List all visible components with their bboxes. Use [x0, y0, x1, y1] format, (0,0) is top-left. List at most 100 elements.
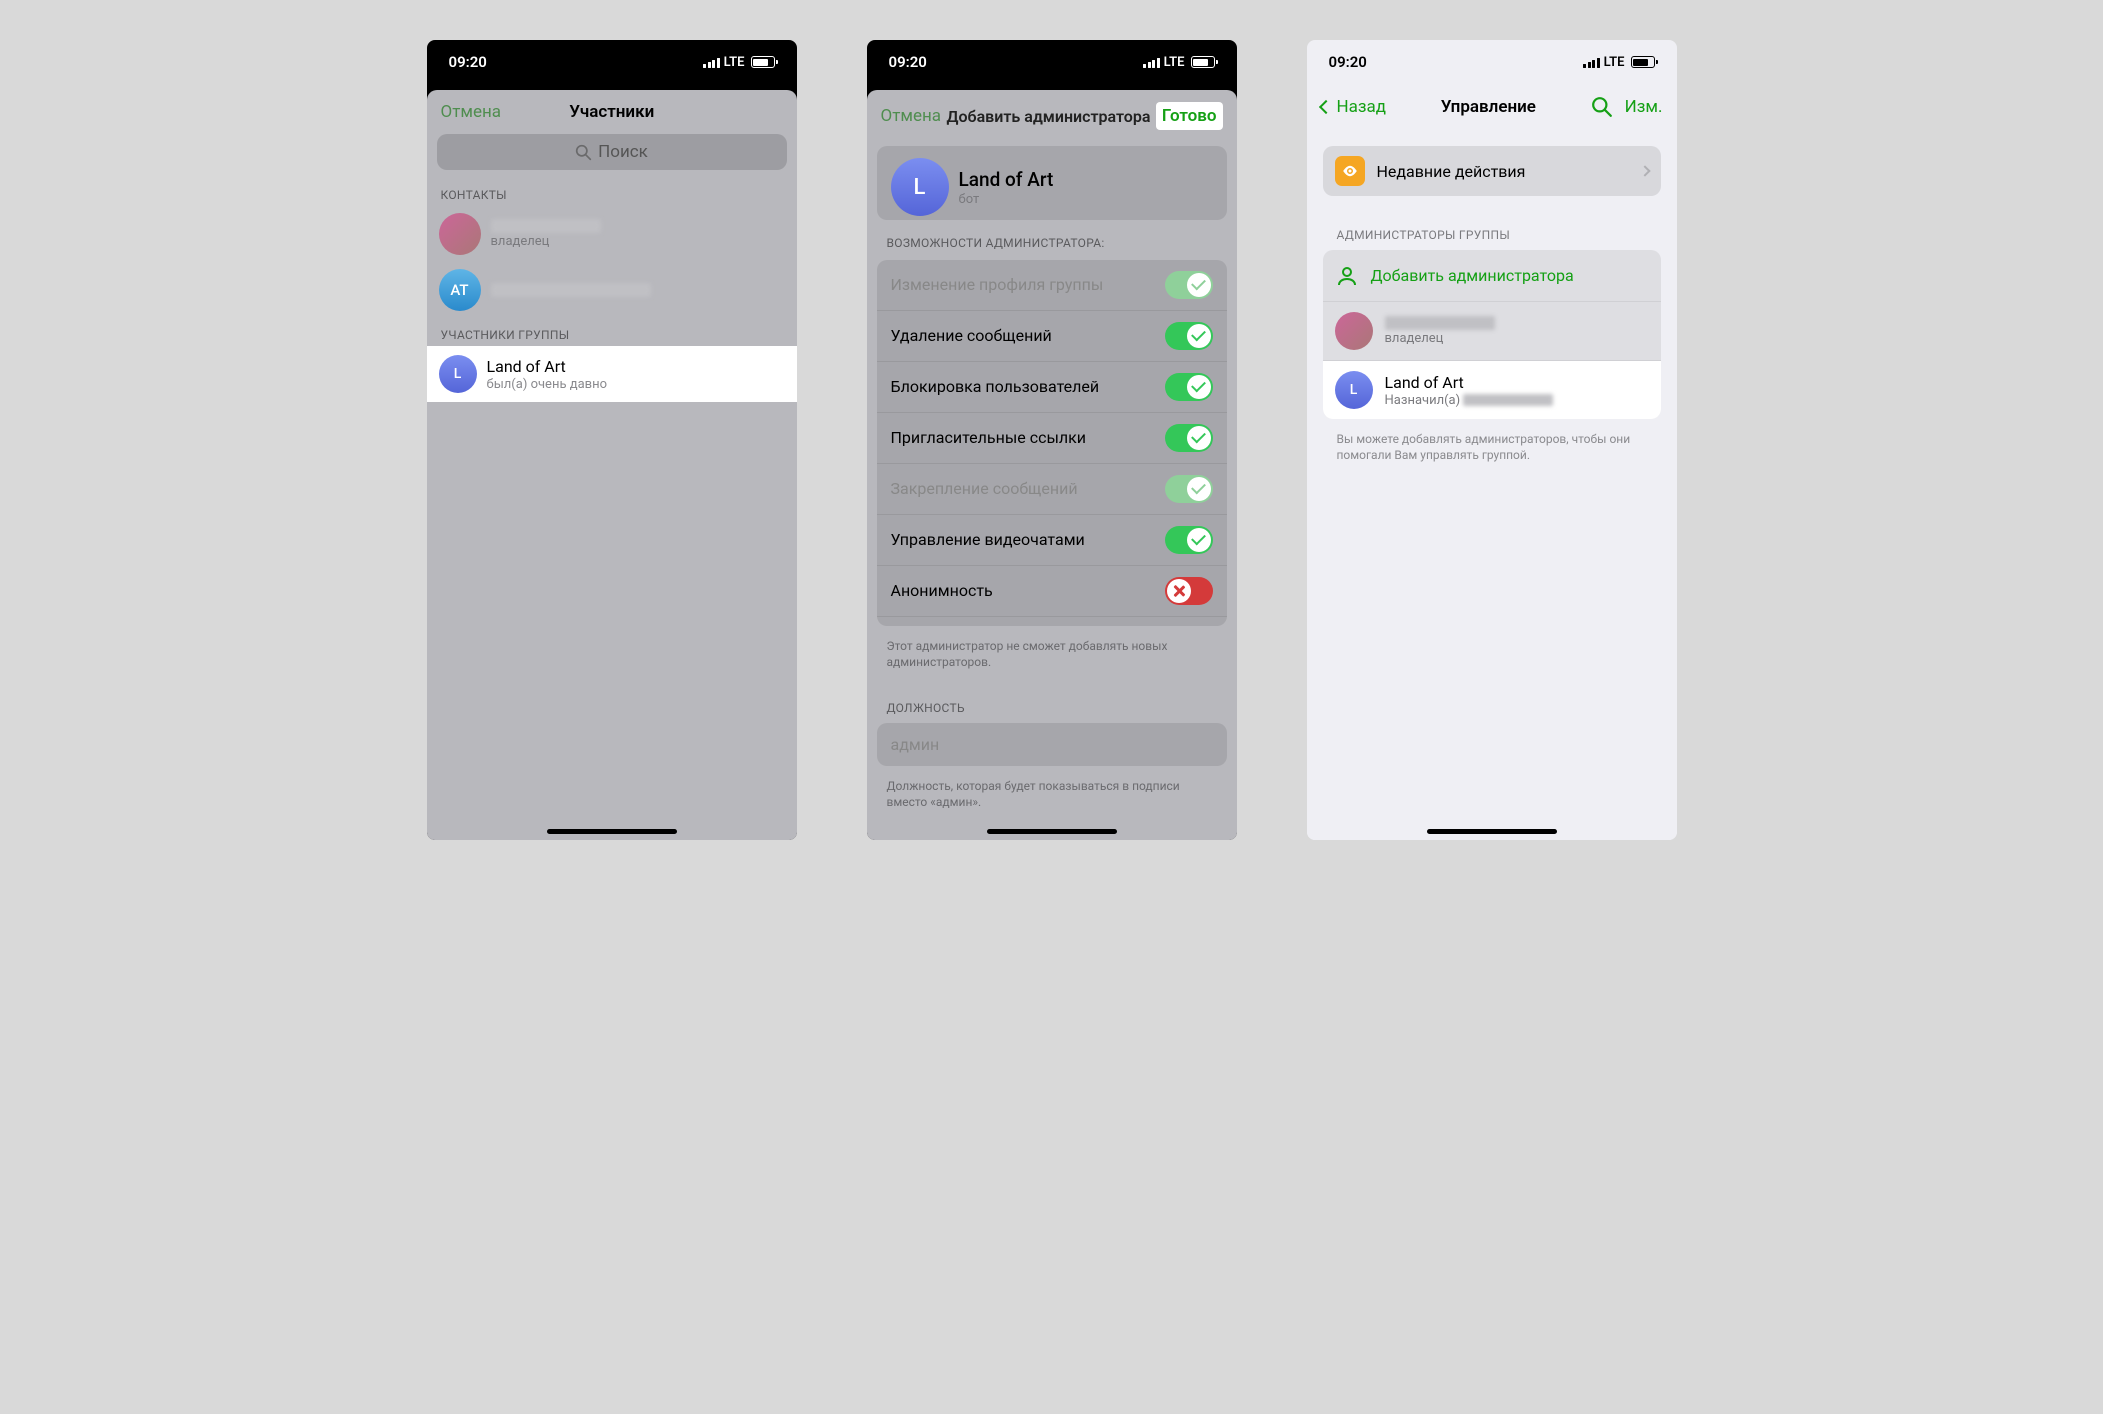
avatar: L	[1335, 371, 1373, 409]
recent-actions-label: Недавние действия	[1377, 162, 1629, 181]
permissions-header: ВОЗМОЖНОСТИ АДМИНИСТРАТОРА:	[867, 226, 1237, 254]
network-label: LTE	[1164, 55, 1185, 70]
add-admin-label: Добавить администратора	[1371, 266, 1574, 285]
admin-assigner-redacted	[1463, 394, 1553, 406]
permission-row: Назначение администраторов	[877, 617, 1227, 626]
status-bar: 09:20 LTE	[427, 40, 797, 84]
search-icon	[575, 144, 592, 161]
admin-name-redacted	[1385, 316, 1495, 330]
member-sub: был(а) очень давно	[487, 377, 785, 392]
cancel-button[interactable]: Отмена	[441, 102, 502, 122]
bot-name: Land of Art	[959, 168, 1213, 191]
permission-row: Анонимность	[877, 566, 1227, 617]
permission-toggle	[1165, 475, 1213, 503]
avatar	[1335, 312, 1373, 350]
phone-screen-participants: 09:20 LTE Отмена Участники Поиск КОНТАКТ…	[427, 40, 797, 840]
admin-sub-prefix: Назначил(а)	[1385, 393, 1464, 408]
status-bar: 09:20 LTE	[867, 40, 1237, 84]
search-input[interactable]: Поиск	[437, 134, 787, 170]
nav-bar: Отмена Добавить администратора Готово	[867, 90, 1237, 140]
permission-toggle	[1165, 271, 1213, 299]
bot-row: L Land of Art бот	[877, 146, 1227, 220]
permission-label: Закрепление сообщений	[891, 479, 1078, 498]
phone-screen-add-admin: 09:20 LTE Отмена Добавить администратора…	[867, 40, 1237, 840]
permission-label: Пригласительные ссылки	[891, 428, 1087, 447]
edit-button[interactable]: Изм.	[1625, 97, 1663, 117]
role-header: ДОЛЖНОСТЬ	[867, 683, 1237, 719]
contacts-list: владелец AT	[427, 206, 797, 318]
check-icon	[1191, 429, 1206, 444]
network-label: LTE	[724, 55, 745, 70]
permissions-list: Изменение профиля группы Удаление сообщен…	[877, 260, 1227, 626]
done-button[interactable]: Готово	[1156, 102, 1223, 130]
eye-icon	[1335, 156, 1365, 186]
network-label: LTE	[1604, 55, 1625, 70]
section-contacts-header: КОНТАКТЫ	[427, 178, 797, 206]
back-button[interactable]: Назад	[1321, 97, 1387, 117]
role-input[interactable]: админ	[877, 723, 1227, 766]
nav-bar: Отмена Участники	[427, 90, 797, 132]
bot-card: L Land of Art бот	[877, 146, 1227, 220]
member-row[interactable]: L Land of Art был(а) очень давно	[427, 346, 797, 402]
contact-row[interactable]: владелец	[427, 206, 797, 262]
permission-toggle[interactable]	[1165, 373, 1213, 401]
back-label: Назад	[1337, 97, 1387, 117]
admins-header: АДМИНИСТРАТОРЫ ГРУППЫ	[1307, 210, 1677, 246]
admin-name: Land of Art	[1385, 373, 1649, 392]
avatar: L	[439, 355, 477, 393]
cancel-button[interactable]: Отмена	[881, 106, 942, 126]
permission-row: Изменение профиля группы	[877, 260, 1227, 311]
permission-row: Блокировка пользователей	[877, 362, 1227, 413]
home-indicator[interactable]	[987, 829, 1117, 834]
section-members-header: УЧАСТНИКИ ГРУППЫ	[427, 318, 797, 346]
permission-toggle[interactable]	[1165, 322, 1213, 350]
admin-sub: владелец	[1385, 331, 1649, 346]
admins-footer: Вы можете добавлять администраторов, что…	[1307, 423, 1677, 471]
battery-icon	[1631, 56, 1655, 68]
home-indicator[interactable]	[1427, 829, 1557, 834]
nav-right: Изм.	[1591, 96, 1663, 118]
permission-row: Управление видеочатами	[877, 515, 1227, 566]
bot-avatar: L	[891, 158, 949, 216]
status-time: 09:20	[449, 53, 487, 71]
modal-sheet: Отмена Участники Поиск КОНТАКТЫ владелец…	[427, 90, 797, 840]
home-indicator[interactable]	[547, 829, 677, 834]
search-placeholder: Поиск	[598, 142, 648, 162]
status-right: LTE	[1583, 55, 1654, 70]
contact-name-redacted	[491, 283, 651, 297]
contact-name-redacted	[491, 219, 601, 233]
nav-title: Управление	[1441, 97, 1536, 117]
avatar	[439, 213, 481, 255]
bot-sub: бот	[959, 192, 1213, 207]
search-icon[interactable]	[1591, 96, 1613, 118]
admin-row[interactable]: L Land of Art Назначил(а)	[1323, 361, 1661, 419]
phone-screen-management: 09:20 LTE Назад Управление Изм. Недавние…	[1307, 40, 1677, 840]
permissions-footer: Этот администратор не сможет добавлять н…	[867, 632, 1237, 682]
permission-toggle[interactable]	[1165, 577, 1213, 605]
check-icon	[1191, 378, 1206, 393]
role-placeholder: админ	[891, 735, 940, 754]
modal-sheet: Отмена Добавить администратора Готово L …	[867, 90, 1237, 840]
permission-toggle[interactable]	[1165, 424, 1213, 452]
chevron-right-icon	[1639, 165, 1650, 176]
permission-label: Удаление сообщений	[891, 326, 1052, 345]
user-plus-icon	[1335, 264, 1359, 288]
admin-sub: Назначил(а)	[1385, 393, 1649, 408]
member-name: Land of Art	[487, 357, 785, 376]
status-time: 09:20	[1329, 53, 1367, 71]
nav-title: Добавить администратора	[947, 107, 1151, 126]
avatar: AT	[439, 269, 481, 311]
check-icon	[1191, 531, 1206, 546]
admin-row[interactable]: владелец	[1323, 302, 1661, 361]
nav-title: Участники	[569, 102, 654, 122]
add-admin-button[interactable]: Добавить администратора	[1323, 250, 1661, 302]
check-icon	[1191, 276, 1206, 291]
chevron-left-icon	[1318, 100, 1332, 114]
recent-actions-row[interactable]: Недавние действия	[1323, 146, 1661, 196]
contact-row[interactable]: AT	[427, 262, 797, 318]
nav-bar: Назад Управление Изм.	[1307, 84, 1677, 128]
battery-icon	[751, 56, 775, 68]
permission-label: Управление видеочатами	[891, 530, 1085, 549]
permission-toggle[interactable]	[1165, 526, 1213, 554]
members-list: L Land of Art был(а) очень давно	[427, 346, 797, 402]
